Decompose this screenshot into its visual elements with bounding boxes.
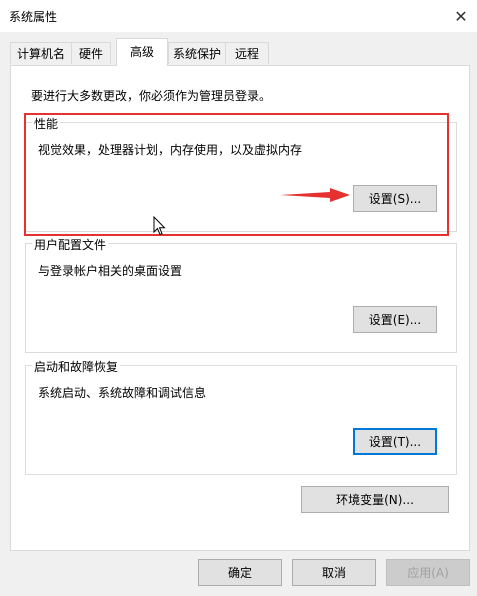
tab-advanced[interactable]: 高级 <box>116 38 168 66</box>
annotation-arrow-icon <box>280 188 350 202</box>
environment-variables-button[interactable]: 环境变量(N)... <box>301 486 449 513</box>
startup-recovery-settings-button[interactable]: 设置(T)... <box>353 428 437 455</box>
window-title: 系统属性 <box>9 10 58 24</box>
startup-recovery-label: 启动和故障恢复 <box>32 358 121 375</box>
tab-remote[interactable]: 远程 <box>225 42 269 64</box>
performance-settings-button[interactable]: 设置(S)... <box>353 185 437 212</box>
user-profiles-group: 用户配置文件 与登录帐户相关的桌面设置 设置(E)... <box>25 236 457 353</box>
title-bar: 系统属性 ✕ <box>0 0 477 32</box>
admin-note: 要进行大多数更改，你必须作为管理员登录。 <box>31 89 272 103</box>
advanced-panel: 要进行大多数更改，你必须作为管理员登录。 性能 视觉效果，处理器计划，内存使用，… <box>10 65 470 551</box>
startup-recovery-description: 系统启动、系统故障和调试信息 <box>38 386 207 400</box>
performance-description: 视觉效果，处理器计划，内存使用，以及虚拟内存 <box>38 143 303 157</box>
performance-label: 性能 <box>32 115 61 132</box>
apply-button[interactable]: 应用(A) <box>386 559 470 586</box>
user-profiles-label: 用户配置文件 <box>32 236 109 253</box>
performance-group: 性能 视觉效果，处理器计划，内存使用，以及虚拟内存 设置(S)... <box>25 115 457 232</box>
mouse-cursor-icon <box>153 216 166 236</box>
tab-computer-name[interactable]: 计算机名 <box>10 42 72 64</box>
cancel-button[interactable]: 取消 <box>292 559 376 586</box>
close-icon[interactable]: ✕ <box>445 0 477 32</box>
tab-system-protection[interactable]: 系统保护 <box>168 42 226 64</box>
tab-bar: 计算机名 硬件 高级 系统保护 远程 <box>0 38 477 66</box>
tab-hardware[interactable]: 硬件 <box>71 42 111 64</box>
user-profiles-description: 与登录帐户相关的桌面设置 <box>38 264 183 278</box>
startup-recovery-group: 启动和故障恢复 系统启动、系统故障和调试信息 设置(T)... <box>25 358 457 475</box>
ok-button[interactable]: 确定 <box>198 559 282 586</box>
user-profiles-settings-button[interactable]: 设置(E)... <box>353 306 437 333</box>
